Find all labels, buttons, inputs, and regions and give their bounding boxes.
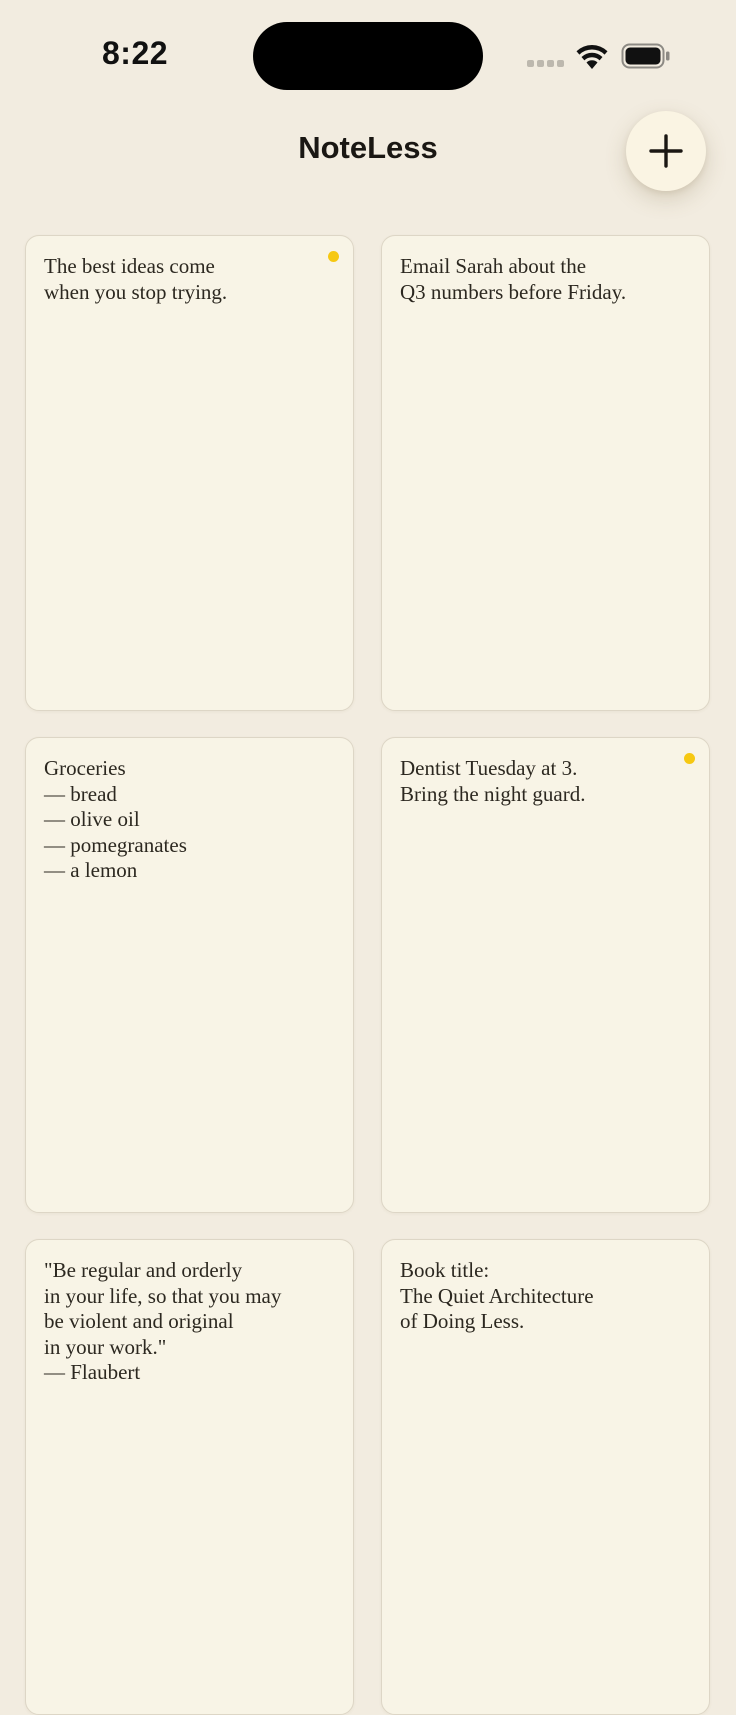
note-flag-dot xyxy=(684,753,695,764)
note-text: "Be regular and orderly in your life, so… xyxy=(44,1258,282,1384)
battery-icon xyxy=(621,43,671,69)
note-card[interactable]: Groceries — bread — olive oil — pomegran… xyxy=(25,737,354,1213)
note-card[interactable]: The best ideas come when you stop trying… xyxy=(25,235,354,711)
note-card[interactable]: Book title: The Quiet Architecture of Do… xyxy=(381,1239,710,1715)
note-text: Book title: The Quiet Architecture of Do… xyxy=(400,1258,594,1333)
note-text: Groceries — bread — olive oil — pomegran… xyxy=(44,756,187,882)
status-time: 8:22 xyxy=(102,35,169,71)
note-card[interactable]: Dentist Tuesday at 3. Bring the night gu… xyxy=(381,737,710,1213)
note-card[interactable]: Email Sarah about the Q3 numbers before … xyxy=(381,235,710,711)
note-text: The best ideas come when you stop trying… xyxy=(44,254,228,304)
status-bar: 8:22 xyxy=(0,0,736,110)
wifi-icon xyxy=(575,42,609,70)
plus-icon xyxy=(649,134,683,168)
add-note-button[interactable] xyxy=(626,111,706,191)
cellular-signal-icon xyxy=(527,60,565,68)
note-card[interactable]: "Be regular and orderly in your life, so… xyxy=(25,1239,354,1715)
note-flag-dot xyxy=(328,251,339,262)
note-text: Dentist Tuesday at 3. Bring the night gu… xyxy=(400,756,586,806)
note-text: Email Sarah about the Q3 numbers before … xyxy=(400,254,627,304)
dynamic-island xyxy=(253,22,483,90)
